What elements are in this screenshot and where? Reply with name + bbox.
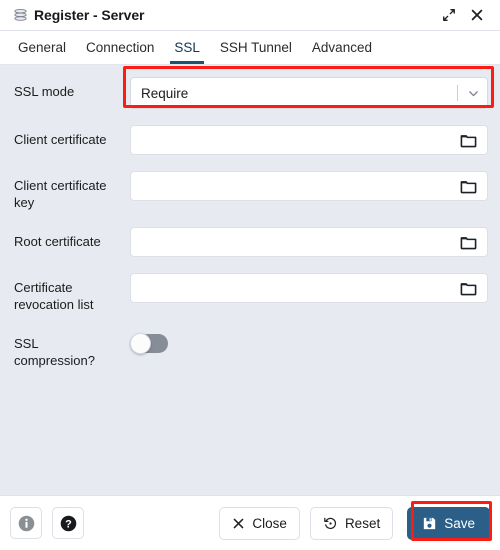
client-certificate-key-label: Client certificate key: [14, 178, 107, 210]
server-stack-icon: [12, 7, 28, 23]
ssl-mode-label: SSL mode: [14, 84, 75, 99]
save-button-label: Save: [444, 515, 475, 531]
root-certificate-label: Root certificate: [14, 234, 101, 249]
save-button[interactable]: Save: [407, 506, 490, 540]
folder-icon[interactable]: [455, 127, 481, 153]
help-button[interactable]: ?: [52, 507, 84, 539]
chevron-down-icon[interactable]: [459, 78, 487, 108]
client-certificate-input[interactable]: [130, 125, 488, 155]
ssl-compression-toggle[interactable]: [130, 333, 168, 354]
certificate-revocation-list-input[interactable]: [130, 273, 488, 303]
ssl-mode-value: Require: [141, 85, 189, 101]
tab-general[interactable]: General: [8, 31, 76, 64]
folder-icon[interactable]: [455, 275, 481, 301]
window-title: Register - Server: [34, 7, 145, 23]
client-certificate-label: Client certificate: [14, 132, 107, 147]
folder-icon[interactable]: [455, 173, 481, 199]
register-server-dialog: Register - Server General Connection SSL…: [0, 0, 500, 550]
certificate-revocation-list-field: [130, 273, 488, 303]
tab-advanced[interactable]: Advanced: [302, 31, 382, 64]
tab-ssh-tunnel[interactable]: SSH Tunnel: [210, 31, 302, 64]
reset-button[interactable]: Reset: [309, 506, 394, 540]
toggle-knob: [130, 333, 151, 354]
ssl-form: SSL mode Require Client certificate Clie…: [0, 65, 500, 369]
folder-icon[interactable]: [455, 229, 481, 255]
close-button-label: Close: [252, 515, 287, 531]
root-certificate-input[interactable]: [130, 227, 488, 257]
row-root-certificate: Root certificate: [14, 227, 488, 257]
client-certificate-key-field: [130, 171, 488, 201]
close-button[interactable]: Close: [219, 506, 300, 540]
select-separator: [457, 85, 458, 101]
row-ssl-mode: SSL mode Require: [14, 77, 488, 109]
svg-text:?: ?: [65, 518, 72, 530]
ssl-form-panel: SSL mode Require Client certificate Clie…: [0, 64, 500, 495]
client-certificate-key-input[interactable]: [130, 171, 488, 201]
row-certificate-revocation-list: Certificate revocation list: [14, 273, 488, 313]
client-certificate-field: [130, 125, 488, 155]
tab-bar: General Connection SSL SSH Tunnel Advanc…: [0, 31, 500, 64]
reset-icon: [323, 516, 338, 531]
title-bar: Register - Server: [0, 0, 500, 31]
tab-ssl[interactable]: SSL: [164, 31, 210, 64]
ssl-mode-field: Require: [130, 77, 488, 109]
info-button[interactable]: [10, 507, 42, 539]
row-ssl-compression: SSL compression?: [14, 329, 488, 369]
row-client-certificate: Client certificate: [14, 125, 488, 155]
tab-connection[interactable]: Connection: [76, 31, 164, 64]
dialog-footer: ? Close Reset Save: [0, 495, 500, 550]
row-client-certificate-key: Client certificate key: [14, 171, 488, 211]
close-x-icon: [232, 517, 245, 530]
ssl-compression-field: [130, 329, 488, 354]
expand-icon[interactable]: [438, 4, 460, 26]
save-floppy-icon: [422, 516, 437, 531]
close-icon[interactable]: [466, 4, 488, 26]
root-certificate-field: [130, 227, 488, 257]
reset-button-label: Reset: [344, 515, 381, 531]
certificate-revocation-list-label: Certificate revocation list: [14, 280, 94, 312]
ssl-compression-label: SSL compression?: [14, 336, 95, 368]
ssl-mode-select[interactable]: Require: [130, 77, 488, 109]
